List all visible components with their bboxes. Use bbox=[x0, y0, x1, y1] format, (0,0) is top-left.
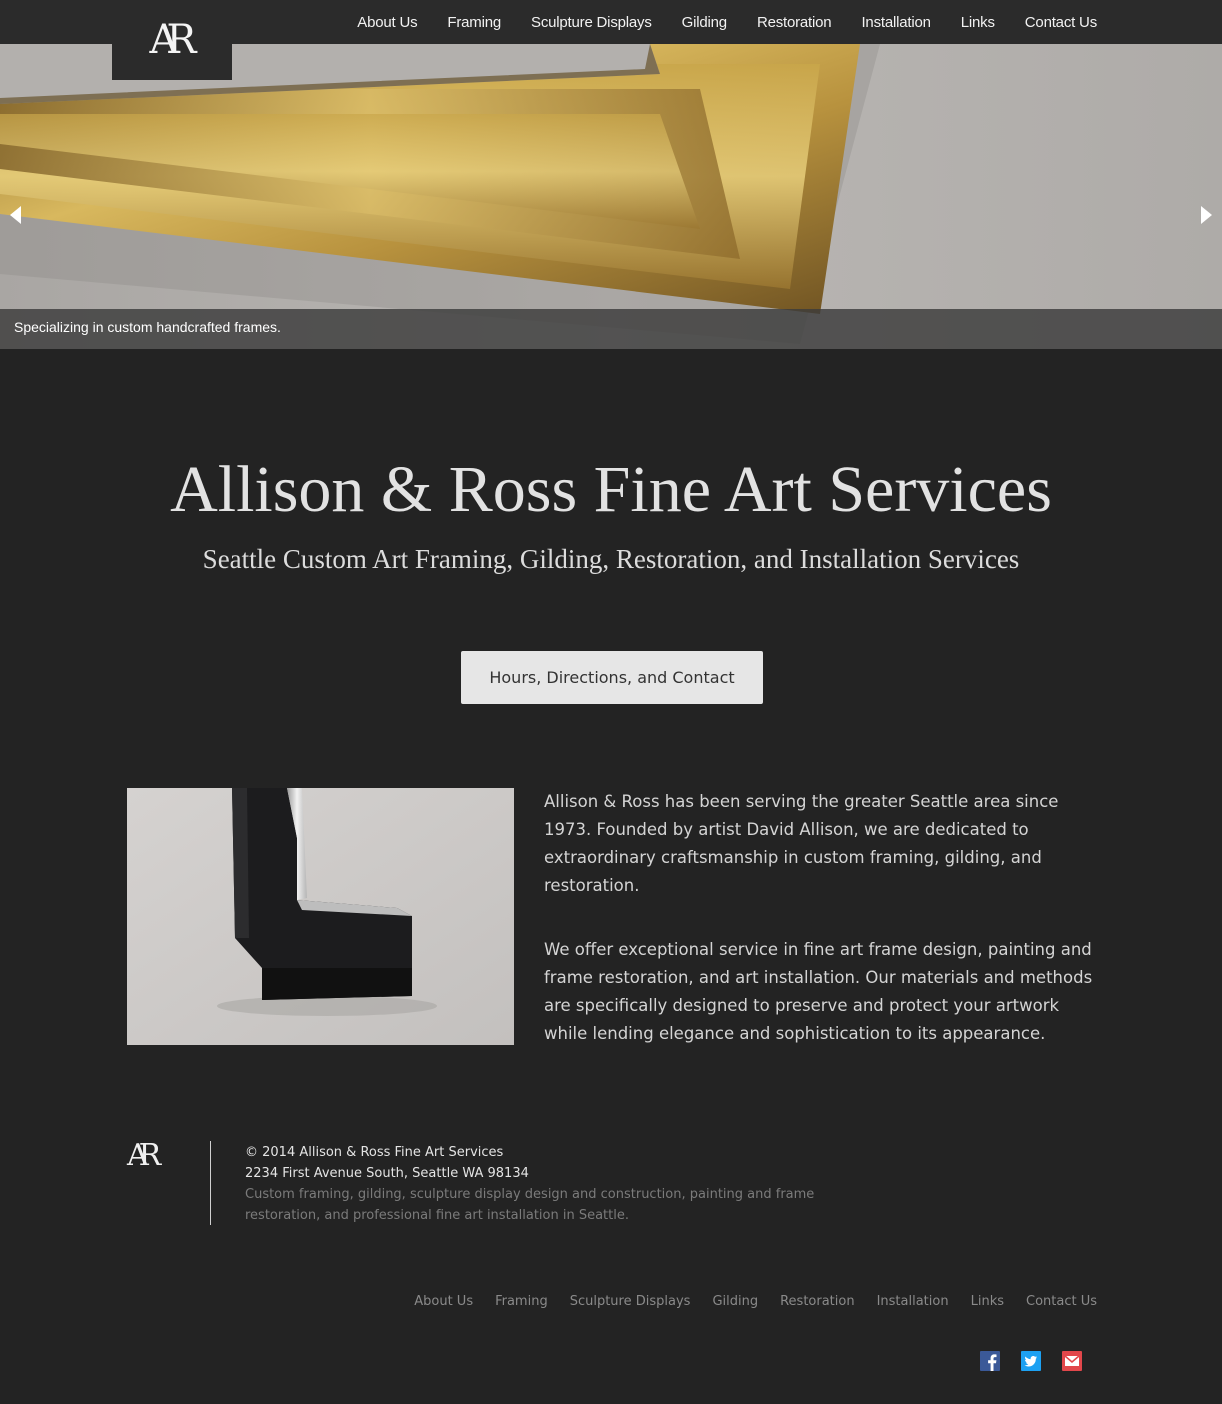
nav-sculpture-displays[interactable]: Sculpture Displays bbox=[531, 14, 652, 31]
footer-address: 2234 First Avenue South, Seattle WA 9813… bbox=[245, 1166, 529, 1181]
footer-divider bbox=[210, 1141, 211, 1225]
gold-frame-image bbox=[0, 44, 880, 344]
about-paragraph-2: We offer exceptional service in fine art… bbox=[544, 940, 1093, 1043]
nav-links[interactable]: Links bbox=[961, 14, 995, 31]
slider-next-arrow-icon[interactable] bbox=[1201, 206, 1212, 224]
hours-directions-contact-button[interactable]: Hours, Directions, and Contact bbox=[461, 651, 763, 704]
hero-caption: Specializing in custom handcrafted frame… bbox=[14, 319, 281, 335]
footer-nav-framing[interactable]: Framing bbox=[495, 1294, 548, 1309]
slider-prev-arrow-icon[interactable] bbox=[10, 206, 21, 224]
footer-description: Custom framing, gilding, sculpture displ… bbox=[245, 1187, 815, 1223]
logo-monogram: AR bbox=[149, 17, 196, 63]
facebook-icon[interactable] bbox=[980, 1351, 1000, 1371]
site-logo[interactable]: AR bbox=[112, 0, 232, 80]
page-subtitle: Seattle Custom Art Framing, Gilding, Res… bbox=[202, 544, 1020, 574]
footer-nav-installation[interactable]: Installation bbox=[877, 1294, 949, 1309]
hero-caption-bar: Specializing in custom handcrafted frame… bbox=[0, 309, 1222, 349]
footer-nav: About Us Framing Sculpture Displays Gild… bbox=[392, 1294, 1097, 1309]
footer-nav-links[interactable]: Links bbox=[971, 1294, 1004, 1309]
black-frame-moulding-image bbox=[127, 788, 514, 1045]
footer-copyright: © 2014 Allison & Ross Fine Art Services bbox=[245, 1145, 504, 1160]
footer-logo[interactable]: AR bbox=[127, 1138, 187, 1178]
footer-nav-about-us[interactable]: About Us bbox=[414, 1294, 473, 1309]
nav-installation[interactable]: Installation bbox=[861, 14, 931, 31]
nav-restoration[interactable]: Restoration bbox=[757, 14, 832, 31]
footer-nav-restoration[interactable]: Restoration bbox=[780, 1294, 854, 1309]
social-links bbox=[980, 1351, 1103, 1371]
footer-nav-contact-us[interactable]: Contact Us bbox=[1026, 1294, 1097, 1309]
nav-gilding[interactable]: Gilding bbox=[682, 14, 727, 31]
main-nav: About Us Framing Sculpture Displays Gild… bbox=[327, 0, 1097, 44]
nav-about-us[interactable]: About Us bbox=[357, 14, 417, 31]
nav-contact-us[interactable]: Contact Us bbox=[1025, 14, 1097, 31]
hero-slider bbox=[0, 44, 1222, 349]
email-icon[interactable] bbox=[1062, 1351, 1082, 1371]
about-text: Allison & Ross has been serving the grea… bbox=[544, 788, 1104, 1084]
page-title: Allison & Ross Fine Art Services bbox=[170, 453, 1052, 526]
footer-nav-sculpture-displays[interactable]: Sculpture Displays bbox=[570, 1294, 691, 1309]
footer-nav-gilding[interactable]: Gilding bbox=[712, 1294, 758, 1309]
twitter-icon[interactable] bbox=[1021, 1351, 1041, 1371]
nav-framing[interactable]: Framing bbox=[447, 14, 501, 31]
about-paragraph-1: Allison & Ross has been serving the grea… bbox=[544, 792, 1059, 895]
footer-info: © 2014 Allison & Ross Fine Art Services … bbox=[245, 1142, 845, 1226]
